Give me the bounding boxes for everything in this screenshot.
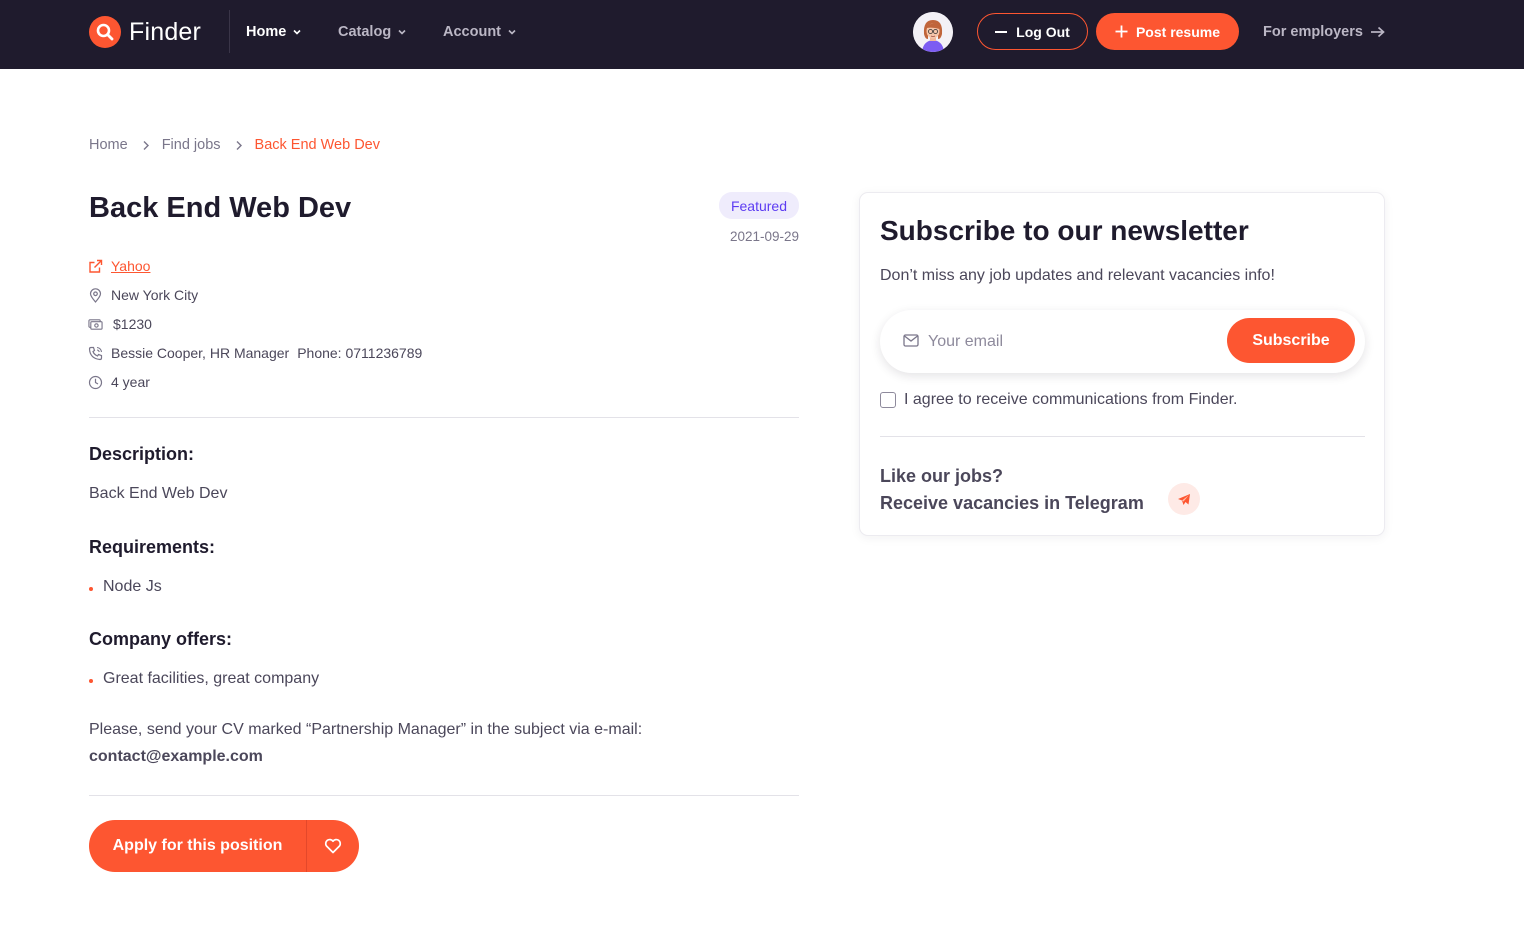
nav-home-label: Home — [246, 24, 287, 40]
contact-person: Bessie Cooper, HR Manager — [111, 345, 290, 361]
list-item: Great facilities, great company — [89, 670, 319, 688]
newsletter-title: Subscribe to our newsletter — [880, 215, 1249, 246]
nav-catalog[interactable]: Catalog — [338, 22, 407, 42]
location-row: New York City — [88, 286, 198, 304]
company-row: Yahoo — [88, 257, 150, 275]
telegram-icon — [1178, 493, 1190, 505]
newsletter-card: Subscribe to our newsletter Don’t miss a… — [859, 192, 1385, 536]
nav-account[interactable]: Account — [443, 22, 517, 42]
minus-icon — [995, 30, 1008, 33]
chevron-down-icon — [293, 29, 301, 35]
for-employers-label: For employers — [1263, 24, 1363, 40]
divider — [880, 436, 1365, 437]
list-item: Node Js — [89, 578, 162, 596]
brand-name: Finder — [129, 17, 202, 46]
search-icon — [89, 16, 121, 48]
nav-account-label: Account — [443, 24, 501, 40]
logout-button[interactable]: Log Out — [977, 13, 1088, 50]
money-icon — [88, 317, 103, 332]
telegram-line-1: Like our jobs? — [880, 466, 1004, 486]
for-employers-link[interactable]: For employers — [1263, 22, 1385, 42]
contact-row: Bessie Cooper, HR Manager Phone: 0711236… — [88, 344, 422, 362]
post-resume-button[interactable]: Post resume — [1096, 13, 1239, 50]
phone-icon — [88, 346, 103, 361]
telegram-line-2: Receive vacancies in Telegram — [880, 493, 1144, 513]
description-heading: Description: — [89, 444, 195, 464]
clock-icon — [88, 375, 103, 390]
post-resume-label: Post resume — [1135, 23, 1221, 40]
breadcrumb: Home Find jobs Back End Web Dev — [89, 137, 380, 153]
contact-phone: Phone: 0711236789 — [297, 345, 423, 361]
post-date: 2021-09-29 — [729, 229, 799, 244]
navbar: Finder Home Catalog Account Log Out Post — [0, 0, 1524, 69]
external-link-icon — [88, 259, 103, 274]
subscribe-button[interactable]: Subscribe — [1227, 318, 1355, 363]
email-input[interactable] — [928, 324, 1218, 359]
agree-checkbox-row: I agree to receive communications from F… — [880, 391, 1237, 409]
experience-text: 4 year — [111, 374, 150, 390]
apply-button-group: Apply for this position — [89, 820, 359, 872]
newsletter-subtitle: Don’t miss any job updates and relevant … — [880, 267, 1275, 284]
avatar[interactable] — [913, 12, 953, 52]
agree-checkbox[interactable] — [880, 392, 896, 408]
divider — [89, 795, 799, 796]
apply-button[interactable]: Apply for this position — [89, 837, 306, 855]
chevron-down-icon — [508, 29, 516, 35]
requirements-heading: Requirements: — [89, 537, 216, 557]
job-title: Back End Web Dev — [89, 192, 352, 224]
requirement-text: Node Js — [103, 578, 162, 595]
bullet-dot — [89, 586, 93, 591]
chevron-right-icon — [235, 140, 243, 151]
offers-heading: Company offers: — [89, 629, 233, 649]
experience-row: 4 year — [88, 373, 150, 391]
nav-divider — [229, 10, 230, 53]
chevron-down-icon — [398, 29, 406, 35]
favorite-button[interactable] — [307, 820, 359, 872]
newsletter-form: Subscribe — [880, 310, 1365, 373]
heart-icon — [324, 838, 342, 854]
breadcrumb-current: Back End Web Dev — [254, 137, 380, 153]
salary-row: $1230 — [88, 315, 152, 333]
plus-icon — [1115, 25, 1128, 38]
agree-label: I agree to receive communications from F… — [904, 391, 1238, 408]
offer-text: Great facilities, great company — [103, 670, 320, 687]
divider — [89, 417, 799, 418]
logout-label: Log Out — [1016, 23, 1070, 40]
telegram-button[interactable] — [1168, 483, 1200, 515]
contact-email: contact@example.com — [89, 748, 263, 765]
telegram-promo: Like our jobs? Receive vacancies in Tele… — [880, 463, 1144, 517]
breadcrumb-home[interactable]: Home — [89, 137, 128, 153]
chevron-right-icon — [142, 140, 150, 151]
bullet-dot — [89, 678, 93, 683]
nav-catalog-label: Catalog — [338, 24, 392, 40]
company-link[interactable]: Yahoo — [111, 258, 150, 274]
description-text: Back End Web Dev — [89, 485, 228, 502]
featured-badge: Featured — [719, 192, 799, 219]
nav-home[interactable]: Home — [246, 22, 302, 42]
cv-note: Please, send your CV marked “Partnership… — [89, 721, 643, 738]
mail-icon — [903, 334, 919, 352]
arrow-right-icon — [1370, 26, 1385, 38]
breadcrumb-find-jobs[interactable]: Find jobs — [162, 137, 221, 153]
salary-text: $1230 — [113, 316, 152, 332]
map-pin-icon — [88, 287, 103, 303]
location-text: New York City — [111, 287, 199, 303]
brand-logo[interactable]: Finder — [89, 16, 201, 48]
